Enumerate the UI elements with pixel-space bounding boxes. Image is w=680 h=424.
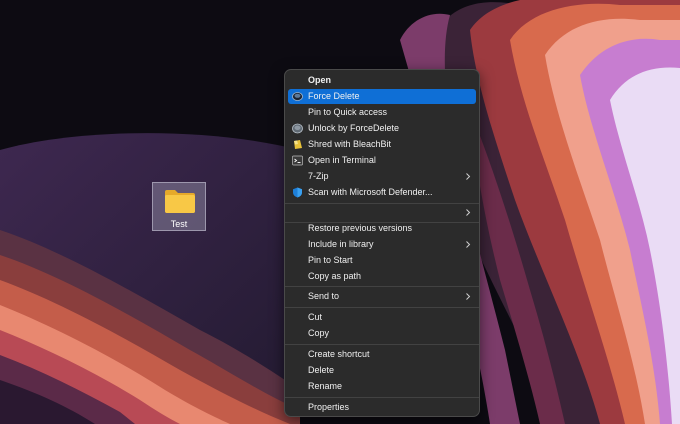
menu-item-label: Copy as path [308,271,362,281]
menu-item-label: Rename [308,381,343,391]
desktop-folder-test[interactable]: Test [152,182,206,231]
bleachbit-icon [294,140,302,149]
menu-item-rename[interactable]: Rename [288,379,476,394]
menu-separator [285,397,479,398]
menu-item-label: Shred with BleachBit [308,139,392,149]
menu-item-send-to[interactable]: Send to [288,289,476,304]
chevron-right-icon [466,173,471,180]
menu-separator [285,307,479,308]
force-delete-icon [292,92,303,101]
menu-separator [285,344,479,345]
menu-item-properties[interactable]: Properties [288,400,476,415]
menu-item-label: Unlock by ForceDelete [308,123,400,133]
menu-item-label: Properties [308,402,350,412]
menu-item-copy-as-path[interactable]: Copy as path [288,269,476,284]
menu-item-submenu-unlabeled[interactable] [288,205,476,220]
menu-item-label: Pin to Start [308,255,353,265]
menu-item-copy[interactable]: Copy [288,326,476,341]
menu-separator [285,286,479,287]
menu-item-label: Copy [308,328,330,338]
menu-item-label: Restore previous versions [308,223,413,233]
desktop: Test Open Force Delete Pin to Quick acce… [0,0,680,424]
folder-label: Test [170,219,188,229]
menu-item-create-shortcut[interactable]: Create shortcut [288,347,476,362]
chevron-right-icon [466,209,471,216]
menu-item-label: Force Delete [308,91,360,101]
terminal-icon [292,155,303,166]
menu-item-label: Open [308,75,332,85]
menu-item-open-terminal[interactable]: Open in Terminal [288,153,476,168]
menu-item-label: Cut [308,312,323,322]
unlock-icon [292,123,303,134]
menu-item-label: Include in library [308,239,374,249]
menu-item-label: Create shortcut [308,349,370,359]
menu-item-unlock-forcedelete[interactable]: Unlock by ForceDelete [288,121,476,136]
menu-item-delete[interactable]: Delete [288,363,476,378]
menu-item-label: 7-Zip [308,171,329,181]
context-menu: Open Force Delete Pin to Quick access Un… [284,69,480,417]
menu-item-shred-bleachbit[interactable]: Shred with BleachBit [288,137,476,152]
menu-item-7zip[interactable]: 7-Zip [288,169,476,184]
menu-item-cut[interactable]: Cut [288,310,476,325]
menu-item-label: Delete [308,365,335,375]
menu-item-restore-versions[interactable]: Restore previous versions [288,221,476,236]
menu-item-pin-start[interactable]: Pin to Start [288,253,476,268]
menu-item-label: Open in Terminal [308,155,376,165]
menu-item-label: Pin to Quick access [308,107,388,117]
chevron-right-icon [466,293,471,300]
menu-item-pin-quick-access[interactable]: Pin to Quick access [288,105,476,120]
menu-item-label: Send to [308,291,340,301]
menu-item-force-delete[interactable]: Force Delete [288,89,476,104]
menu-item-open[interactable]: Open [288,73,476,88]
defender-shield-icon [293,187,302,198]
menu-item-label: Scan with Microsoft Defender... [308,187,433,197]
folder-icon [165,190,195,213]
menu-item-scan-defender[interactable]: Scan with Microsoft Defender... [288,185,476,200]
menu-separator [285,203,479,204]
menu-item-include-library[interactable]: Include in library [288,237,476,252]
chevron-right-icon [466,241,471,248]
